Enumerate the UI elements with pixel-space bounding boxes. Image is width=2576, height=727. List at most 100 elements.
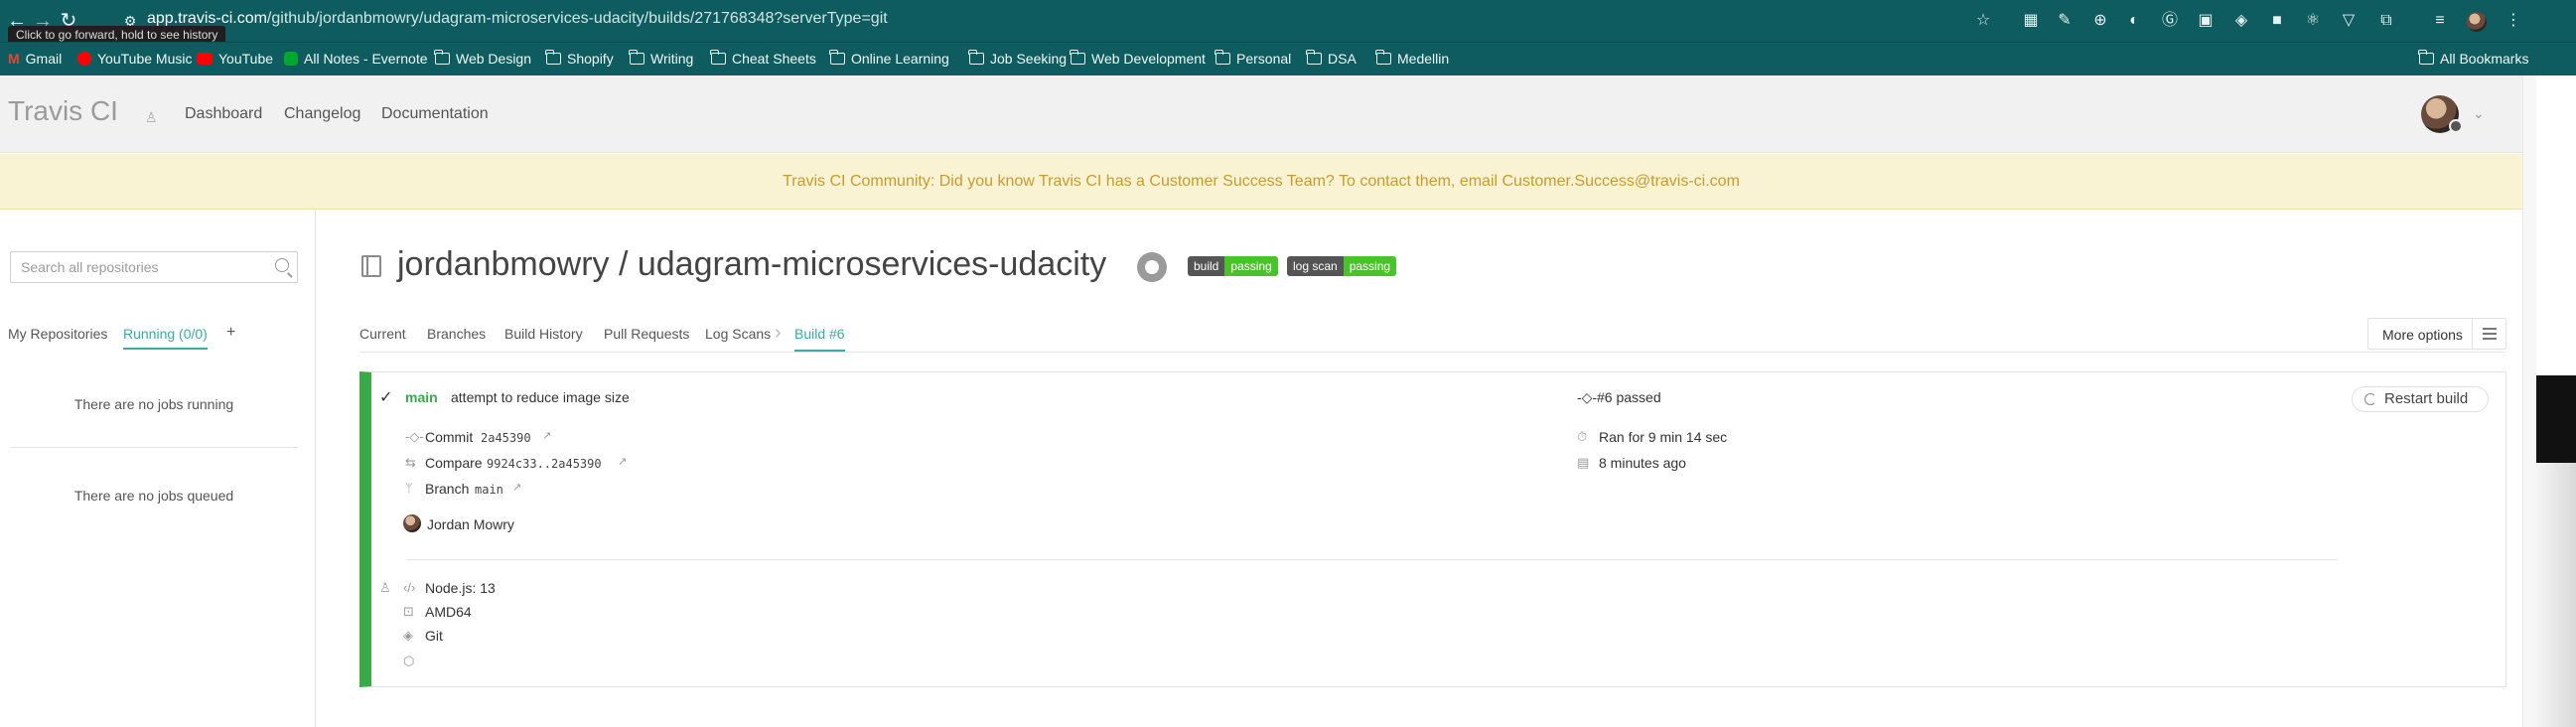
travis-logo[interactable]: Travis CI bbox=[8, 95, 118, 127]
folder-icon bbox=[545, 50, 561, 65]
more-options-button[interactable]: More options bbox=[2367, 318, 2506, 350]
folder-icon bbox=[1215, 50, 1230, 65]
reading-list-icon[interactable]: ≡ bbox=[2429, 10, 2451, 32]
bookmark-evernote[interactable]: All Notes - Evernote bbox=[284, 51, 428, 67]
extension-icon[interactable]: ▣ bbox=[2195, 10, 2217, 32]
tab-current[interactable]: Current bbox=[359, 326, 406, 342]
tab-branches[interactable]: Branches bbox=[427, 326, 486, 342]
author-name: Jordan Mowry bbox=[427, 516, 514, 532]
bookmark-youtube-music[interactable]: YouTube Music bbox=[77, 51, 192, 67]
extension-icon[interactable]: ◐ bbox=[2123, 10, 2145, 32]
calendar-icon: ▤ bbox=[1577, 455, 1590, 470]
external-link-icon[interactable]: ↗ bbox=[618, 455, 627, 468]
build-duration: Ran for 9 min 14 sec bbox=[1599, 429, 1728, 445]
nav-documentation[interactable]: Documentation bbox=[381, 105, 489, 123]
hamburger-icon bbox=[2472, 319, 2505, 349]
puzzle-icon[interactable]: ⧉ bbox=[2375, 10, 2397, 32]
bookmark-label: Shopify bbox=[567, 51, 614, 67]
cpu-icon: ⊡ bbox=[403, 604, 414, 619]
extension-icon[interactable]: ▦ bbox=[2020, 10, 2042, 32]
restart-icon bbox=[2364, 393, 2376, 405]
extension-icon[interactable]: ◈ bbox=[2230, 10, 2252, 32]
tab-my-repositories[interactable]: My Repositories bbox=[8, 326, 107, 342]
no-jobs-running: There are no jobs running bbox=[73, 396, 234, 412]
bookmark-folder[interactable]: Cheat Sheets bbox=[710, 50, 816, 67]
bookmark-folder[interactable]: Web Development bbox=[1070, 50, 1206, 67]
extension-icon[interactable]: ⊕ bbox=[2089, 10, 2111, 32]
external-link-icon[interactable]: ↗ bbox=[512, 481, 521, 494]
search-icon[interactable] bbox=[275, 258, 289, 272]
log-scan-badge[interactable]: log scan passing bbox=[1287, 256, 1397, 276]
react-devtools-icon[interactable]: ⚛ bbox=[2302, 10, 2324, 32]
background-window-edge bbox=[2536, 375, 2576, 463]
bookmark-folder[interactable]: Personal bbox=[1215, 50, 1292, 67]
commit-message[interactable]: attempt to reduce image size bbox=[451, 389, 630, 405]
badge-label: build bbox=[1188, 256, 1225, 276]
bookmark-label: Web Development bbox=[1091, 51, 1206, 67]
search-input[interactable]: Search all repositories bbox=[10, 251, 298, 283]
folder-icon bbox=[710, 50, 726, 65]
external-link-icon[interactable]: ↗ bbox=[542, 429, 551, 442]
grammarly-icon[interactable]: Ⓖ bbox=[2159, 10, 2181, 32]
bookmark-folder[interactable]: Online Learning bbox=[829, 50, 949, 67]
env-language: Node.js: 13 bbox=[425, 580, 496, 596]
sidebar-divider bbox=[10, 447, 298, 448]
extension-icon[interactable]: ■ bbox=[2266, 10, 2288, 32]
os-linux-icon: ♙ bbox=[379, 580, 391, 595]
compare-range[interactable]: 9924c33..2a45390 bbox=[487, 457, 602, 471]
bookmark-folder[interactable]: DSA bbox=[1306, 50, 1357, 67]
bookmark-label: YouTube Music bbox=[97, 51, 193, 67]
tab-pull-requests[interactable]: Pull Requests bbox=[604, 326, 689, 342]
code-icon: ‹/› bbox=[403, 580, 416, 595]
tab-log-scans[interactable]: Log Scans bbox=[705, 326, 771, 342]
menu-icon[interactable]: ⋮ bbox=[2503, 10, 2524, 32]
badge-label: log scan bbox=[1287, 256, 1344, 276]
eyedropper-icon[interactable]: ✎ bbox=[2054, 10, 2075, 32]
tab-running[interactable]: Running (0/0) bbox=[123, 326, 208, 350]
youtube-icon bbox=[197, 53, 213, 65]
branch-label: Branch bbox=[425, 481, 470, 497]
vue-devtools-icon[interactable]: ▽ bbox=[2338, 10, 2360, 32]
bookmark-label: Medellin bbox=[1397, 51, 1450, 67]
bookmark-folder[interactable]: Job Seeking bbox=[968, 50, 1067, 67]
bookmark-folder[interactable]: Writing bbox=[629, 50, 693, 67]
add-repository-button[interactable]: + bbox=[226, 324, 235, 342]
bookmark-youtube[interactable]: YouTube bbox=[197, 51, 273, 67]
bookmark-folder[interactable]: Medellin bbox=[1375, 50, 1450, 67]
repo-icon bbox=[361, 255, 381, 277]
no-jobs-queued: There are no jobs queued bbox=[73, 488, 234, 504]
tab-build[interactable]: Build #6 bbox=[794, 326, 845, 352]
tab-build-history[interactable]: Build History bbox=[504, 326, 583, 342]
bookmark-label: DSA bbox=[1328, 51, 1357, 67]
profile-avatar[interactable] bbox=[2467, 12, 2487, 32]
community-banner: Travis CI Community: Did you know Travis… bbox=[0, 154, 2522, 210]
build-card bbox=[359, 371, 2506, 687]
bookmark-label: Gmail bbox=[25, 51, 63, 67]
build-status[interactable]: #6 passed bbox=[1597, 389, 1661, 405]
bookmark-gmail[interactable]: M Gmail bbox=[8, 51, 62, 67]
bookmark-star-icon[interactable]: ☆ bbox=[1972, 10, 1994, 32]
build-status-badge[interactable]: build passing bbox=[1188, 256, 1278, 276]
bookmark-label: Personal bbox=[1236, 51, 1292, 67]
nav-dashboard[interactable]: Dashboard bbox=[185, 105, 262, 123]
address-bar[interactable]: app.travis-ci.com/github/jordanbmowry/ud… bbox=[147, 10, 888, 28]
nav-changelog[interactable]: Changelog bbox=[284, 105, 360, 123]
github-icon[interactable] bbox=[1137, 252, 1167, 282]
github-mini-icon bbox=[2449, 119, 2463, 133]
search-placeholder: Search all repositories bbox=[21, 259, 159, 275]
tabs-divider bbox=[359, 352, 2504, 353]
branch-value[interactable]: main bbox=[475, 483, 503, 497]
page-scrollbar[interactable] bbox=[2522, 75, 2536, 727]
branch-name[interactable]: main bbox=[405, 389, 438, 405]
compare-label: Compare bbox=[425, 455, 483, 471]
bookmark-folder[interactable]: Web Design bbox=[434, 50, 532, 67]
all-bookmarks[interactable]: All Bookmarks bbox=[2418, 50, 2528, 67]
restart-build-button[interactable]: Restart build bbox=[2352, 386, 2489, 412]
chevron-down-icon[interactable]: ⌄ bbox=[2473, 105, 2485, 122]
card-divider bbox=[407, 559, 2338, 560]
folder-icon bbox=[829, 50, 845, 65]
commit-hash[interactable]: 2a45390 bbox=[481, 431, 531, 445]
restart-label: Restart build bbox=[2384, 390, 2469, 407]
bookmark-folder[interactable]: Shopify bbox=[545, 50, 614, 67]
bookmark-label: Web Design bbox=[456, 51, 532, 67]
